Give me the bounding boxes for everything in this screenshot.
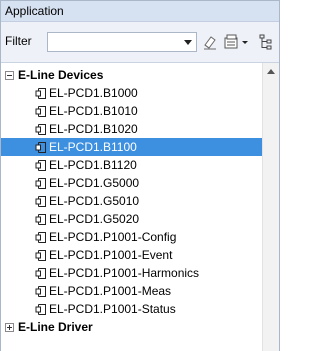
tree-view-icon[interactable] xyxy=(257,32,275,52)
tree-item[interactable]: EL-PCD1.G5020 xyxy=(1,210,262,228)
device-node-icon xyxy=(35,267,47,280)
options-dropdown-icon[interactable] xyxy=(222,32,252,52)
chevron-down-icon[interactable] xyxy=(179,33,196,51)
tree-item-label: EL-PCD1.P1001-Config xyxy=(49,230,177,244)
tree-item-label: EL-PCD1.P1001-Harmonics xyxy=(49,266,200,280)
tree-group-label: E-Line Devices xyxy=(18,68,104,82)
device-node-icon xyxy=(35,177,47,190)
device-node-icon xyxy=(35,213,47,226)
tree-item[interactable]: EL-PCD1.P1001-Status xyxy=(1,300,262,318)
tree-item-label: EL-PCD1.G5020 xyxy=(49,212,140,226)
device-node-icon xyxy=(35,231,47,244)
tree-item[interactable]: EL-PCD1.B1120 xyxy=(1,156,262,174)
filter-combobox[interactable] xyxy=(47,32,197,52)
panel-title: Application xyxy=(1,1,279,22)
tree-item[interactable]: EL-PCD1.B1100 xyxy=(1,138,262,156)
tree-item[interactable]: EL-PCD1.P1001-Config xyxy=(1,228,262,246)
tree-item[interactable]: EL-PCD1.P1001-Meas xyxy=(1,282,262,300)
tree-item-label: EL-PCD1.P1001-Event xyxy=(49,248,173,262)
device-node-icon xyxy=(35,285,47,298)
tree-item-label: EL-PCD1.B1000 xyxy=(49,86,138,100)
device-node-icon xyxy=(35,195,47,208)
scroll-up-icon[interactable] xyxy=(263,63,279,79)
tree-item-label: EL-PCD1.B1010 xyxy=(49,104,138,118)
tree-item-label: EL-PCD1.G5010 xyxy=(49,194,140,208)
filter-bar: Filter xyxy=(1,22,279,63)
tree-item-label: EL-PCD1.B1020 xyxy=(49,122,138,136)
vertical-scrollbar[interactable] xyxy=(262,63,279,351)
device-node-icon xyxy=(35,303,47,316)
tree-item[interactable]: EL-PCD1.P1001-Event xyxy=(1,246,262,264)
tree-item[interactable]: EL-PCD1.B1020 xyxy=(1,120,262,138)
tree-item[interactable]: EL-PCD1.G5010 xyxy=(1,192,262,210)
tree-item[interactable]: EL-PCD1.P1001-Harmonics xyxy=(1,264,262,282)
eraser-icon[interactable] xyxy=(201,32,219,52)
device-node-icon xyxy=(35,105,47,118)
tree-group-label: E-Line Driver xyxy=(18,320,93,334)
device-tree[interactable]: E-Line Devices EL-PCD1.B1000 EL-PCD1.B1010… xyxy=(1,63,262,351)
application-panel: Application Filter E-Line Devices EL-PCD… xyxy=(0,0,280,351)
device-node-icon xyxy=(35,159,47,172)
expand-icon[interactable] xyxy=(5,323,14,332)
tree-item-label: EL-PCD1.G5000 xyxy=(49,176,140,190)
tree-item-label: EL-PCD1.B1120 xyxy=(49,158,137,172)
tree-item-label: EL-PCD1.P1001-Status xyxy=(49,302,176,316)
device-node-icon xyxy=(35,123,47,136)
tree-group[interactable]: E-Line Driver xyxy=(1,318,262,336)
tree-item-label: EL-PCD1.P1001-Meas xyxy=(49,284,172,298)
device-node-icon xyxy=(35,141,47,154)
collapse-icon[interactable] xyxy=(5,71,14,80)
tree-item[interactable]: EL-PCD1.G5000 xyxy=(1,174,262,192)
tree-group[interactable]: E-Line Devices xyxy=(1,66,262,84)
device-node-icon xyxy=(35,249,47,262)
device-node-icon xyxy=(35,87,47,100)
filter-label: Filter xyxy=(5,34,32,48)
filter-input[interactable] xyxy=(48,33,179,51)
tree-item[interactable]: EL-PCD1.B1000 xyxy=(1,84,262,102)
tree-item[interactable]: EL-PCD1.B1010 xyxy=(1,102,262,120)
tree-item-label: EL-PCD1.B1100 xyxy=(49,140,137,154)
